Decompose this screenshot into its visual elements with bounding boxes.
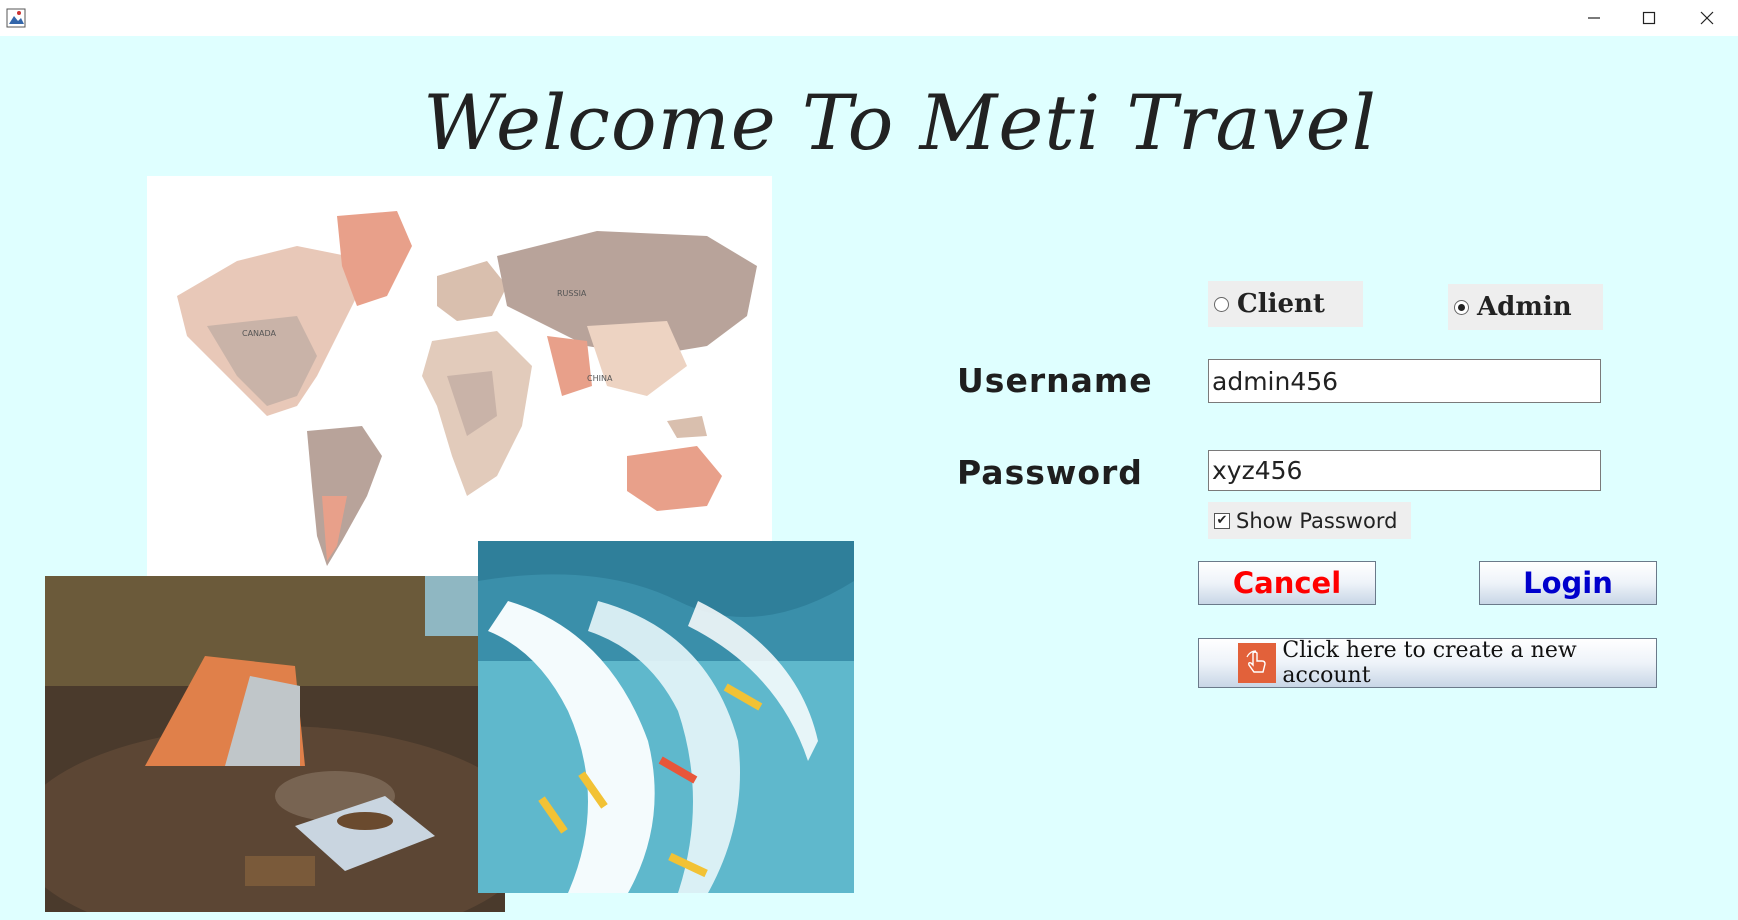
login-panel: Welcome To Meti Travel CANADA RUSSIA CHI…	[0, 36, 1738, 920]
svg-text:RUSSIA: RUSSIA	[557, 289, 587, 298]
username-field[interactable]: admin456	[1208, 359, 1601, 403]
admin-radio[interactable]: Admin	[1448, 284, 1603, 330]
show-password-label: Show Password	[1236, 508, 1398, 533]
world-map-image: CANADA RUSSIA CHINA	[147, 176, 772, 581]
svg-text:CHINA: CHINA	[587, 374, 613, 383]
surfing-photo	[478, 541, 854, 893]
cancel-button[interactable]: Cancel	[1198, 561, 1376, 605]
login-button[interactable]: Login	[1479, 561, 1657, 605]
svg-text:CANADA: CANADA	[242, 329, 277, 338]
username-label: Username	[957, 361, 1153, 400]
password-field[interactable]: xyz456	[1208, 450, 1601, 491]
client-radio-circle	[1214, 296, 1229, 312]
password-label: Password	[957, 453, 1143, 492]
minimize-button[interactable]	[1565, 0, 1623, 36]
close-button[interactable]	[1678, 0, 1736, 36]
app-icon	[6, 8, 26, 28]
create-account-button[interactable]: Click here to create a new account	[1198, 638, 1657, 688]
title-bar	[0, 0, 1738, 36]
close-icon	[1700, 11, 1714, 25]
hand-pointer-icon	[1238, 643, 1277, 683]
create-account-label: Click here to create a new account	[1282, 638, 1577, 688]
client-radio-label: Client	[1237, 289, 1325, 319]
checkmark-icon: ✔	[1214, 512, 1230, 529]
admin-radio-label: Admin	[1477, 292, 1572, 322]
page-title: Welcome To Meti Travel	[423, 78, 1377, 167]
maximize-icon	[1642, 11, 1656, 25]
show-password-checkbox[interactable]: ✔ Show Password	[1208, 502, 1411, 539]
client-radio[interactable]: Client	[1208, 281, 1363, 327]
admin-radio-circle	[1454, 299, 1469, 315]
camping-photo	[45, 576, 505, 912]
minimize-icon	[1588, 17, 1600, 19]
maximize-button[interactable]	[1620, 0, 1678, 36]
